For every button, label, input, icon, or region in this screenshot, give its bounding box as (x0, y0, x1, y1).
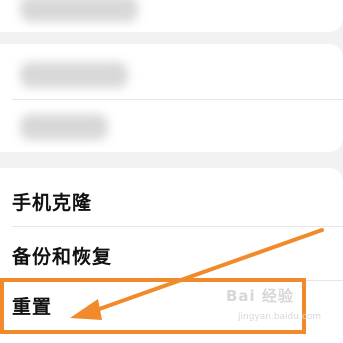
settings-item-phone-clone[interactable]: 手机克隆 (0, 174, 343, 228)
settings-card-top (0, 0, 343, 32)
settings-row-blurred-top[interactable] (0, 0, 343, 36)
settings-row-blurred-2[interactable] (0, 100, 343, 154)
blurred-text (20, 62, 128, 88)
settings-card-middle (0, 44, 343, 152)
divider (12, 226, 343, 227)
watermark-url: jingyan.baidu.com (238, 312, 322, 322)
settings-item-backup-restore[interactable]: 备份和恢复 (0, 228, 343, 282)
blurred-text (20, 0, 138, 22)
watermark-logo: Bai 经验 (226, 287, 294, 305)
settings-item-label: 备份和恢复 (12, 245, 113, 268)
settings-row-blurred-1[interactable] (0, 48, 343, 102)
settings-item-label: 手机克隆 (12, 191, 93, 214)
blurred-text (20, 114, 108, 140)
